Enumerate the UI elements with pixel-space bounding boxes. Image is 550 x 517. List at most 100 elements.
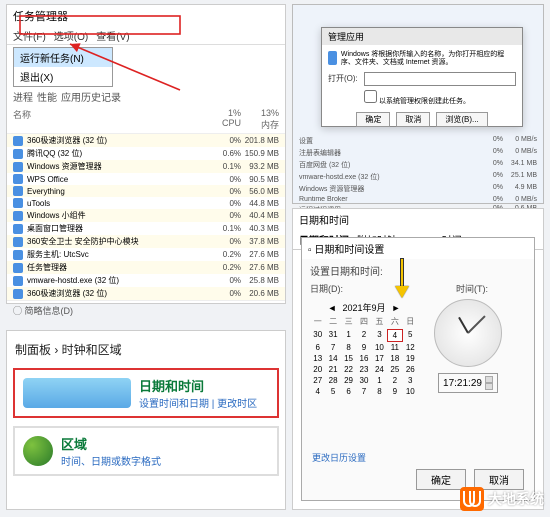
calendar-day[interactable]: 10: [372, 342, 387, 353]
calendar-day[interactable]: 22: [341, 364, 356, 375]
calendar-day[interactable]: 20: [310, 364, 325, 375]
admin-checkbox[interactable]: [364, 90, 377, 103]
calendar-day[interactable]: 30: [310, 329, 325, 342]
mem-value: 56.0 MB: [241, 187, 279, 196]
tab-1[interactable]: 性能: [37, 89, 57, 104]
table-row[interactable]: 百度网盘 (32 位)0%34.1 MB: [299, 159, 537, 171]
menu-view[interactable]: 查看(V): [96, 28, 129, 43]
calendar-day[interactable]: 1: [372, 375, 387, 386]
table-row[interactable]: 桌面窗口管理器0.1%40.3 MB: [7, 222, 285, 235]
watermark: 大地系统: [460, 487, 544, 511]
globe-icon: [23, 436, 53, 466]
table-row[interactable]: 360极速浏览器 (32 位)0%20.6 MB: [7, 287, 285, 300]
time-spinner[interactable]: [485, 376, 493, 390]
calendar-day[interactable]: 28: [325, 375, 340, 386]
table-row[interactable]: Windows 资源管理器0%4.9 MB: [299, 183, 537, 195]
calendar-day[interactable]: 18: [387, 353, 402, 364]
calendar-day[interactable]: 6: [341, 386, 356, 397]
region-card[interactable]: 区域 时间、日期或数字格式: [13, 426, 279, 476]
calendar-day[interactable]: 14: [325, 353, 340, 364]
tm-footer[interactable]: ◯ 简略信息(D): [7, 300, 285, 320]
app-icon: [13, 289, 23, 299]
calendar-day[interactable]: 25: [387, 364, 402, 375]
calendar-day[interactable]: 11: [387, 342, 402, 353]
calendar-day[interactable]: 10: [403, 386, 418, 397]
table-row[interactable]: Everything0%56.0 MB: [7, 185, 285, 197]
calendar-day[interactable]: 6: [310, 342, 325, 353]
table-row[interactable]: uTools0%44.8 MB: [7, 197, 285, 209]
table-row[interactable]: 设置0%0 MB/s: [299, 135, 537, 147]
table-row[interactable]: vmware-hostd.exe (32 位)0%25.8 MB: [7, 274, 285, 287]
calendar-day[interactable]: 23: [356, 364, 371, 375]
calendar[interactable]: ◄ 2021年9月 ► 一二三四五六日 30311234567891011121…: [310, 299, 418, 397]
calendar-day[interactable]: 9: [356, 342, 371, 353]
calendar-day[interactable]: 21: [325, 364, 340, 375]
tab-2[interactable]: 应用历史记录: [61, 89, 121, 104]
calendar-day[interactable]: 15: [341, 353, 356, 364]
process-name: Everything: [27, 187, 203, 196]
calendar-day[interactable]: 27: [310, 375, 325, 386]
calendar-day[interactable]: 4: [310, 386, 325, 397]
table-row[interactable]: Windows 小组件0%40.4 MB: [7, 209, 285, 222]
calendar-day[interactable]: 8: [372, 386, 387, 397]
calendar-day[interactable]: 31: [325, 329, 340, 342]
table-row[interactable]: 腾讯QQ (32 位)0.6%150.9 MB: [7, 147, 285, 160]
calendar-day[interactable]: 2: [387, 375, 402, 386]
calendar-day[interactable]: 3: [372, 329, 387, 342]
run-browse-button[interactable]: 浏览(B)...: [436, 112, 487, 127]
calendar-day[interactable]: 12: [403, 342, 418, 353]
table-row[interactable]: 注册表编辑器0%0 MB/s: [299, 147, 537, 159]
calendar-day[interactable]: 1: [341, 329, 356, 342]
region-sub[interactable]: 时间、日期或数字格式: [61, 453, 161, 468]
calendar-day[interactable]: 9: [387, 386, 402, 397]
breadcrumb[interactable]: 制面板 › 时钟和区域: [13, 337, 279, 368]
calendar-day[interactable]: 7: [325, 342, 340, 353]
datetime-ok-button[interactable]: 确定: [416, 469, 466, 490]
tab-0[interactable]: 进程: [13, 89, 33, 104]
prev-month-button[interactable]: ◄: [328, 303, 337, 313]
next-month-button[interactable]: ►: [392, 303, 401, 313]
run-cancel-button[interactable]: 取消: [396, 112, 430, 127]
calendar-day[interactable]: 16: [356, 353, 371, 364]
mem-value: 25.8 MB: [241, 276, 279, 285]
table-row[interactable]: 360极速浏览器 (32 位)0%201.8 MB: [7, 134, 285, 147]
time-col-label: 时间(T):: [418, 282, 526, 295]
calendar-day[interactable]: 4: [387, 329, 402, 342]
change-calendar-link[interactable]: 更改日历设置: [312, 451, 366, 464]
table-row[interactable]: 服务主机: UtcSvc0.2%27.6 MB: [7, 248, 285, 261]
time-input[interactable]: 17:21:29: [438, 373, 498, 393]
calendar-day[interactable]: 19: [403, 353, 418, 364]
run-ok-button[interactable]: 确定: [356, 112, 390, 127]
calendar-day[interactable]: 2: [356, 329, 371, 342]
table-row[interactable]: vmware-hostd.exe (32 位)0%25.1 MB: [299, 171, 537, 183]
calendar-day[interactable]: 26: [403, 364, 418, 375]
datetime-dialog: ▫ 日期和时间设置 设置日期和时间: 日期(D): 时间(T): ◄ 2021年…: [301, 237, 535, 501]
table-row[interactable]: Runtime Broker0%0 MB/s: [299, 195, 537, 204]
menu-exit[interactable]: 退出(X): [14, 67, 112, 86]
table-row[interactable]: 360安全卫士 安全防护中心模块0%37.8 MB: [7, 235, 285, 248]
menu-options[interactable]: 选项(O): [54, 28, 88, 43]
table-row[interactable]: WPS Office0%90.5 MB: [7, 173, 285, 185]
calendar-day[interactable]: 3: [403, 375, 418, 386]
watermark-text: 大地系统: [488, 489, 544, 509]
app-icon: [13, 174, 23, 184]
calendar-day[interactable]: 5: [325, 386, 340, 397]
menu-new-task[interactable]: 运行新任务(N): [14, 48, 112, 67]
dow-label: 六: [387, 316, 402, 327]
calendar-day[interactable]: 8: [341, 342, 356, 353]
calendar-day[interactable]: 5: [403, 329, 418, 342]
calendar-day[interactable]: 29: [341, 375, 356, 386]
date-time-card[interactable]: 日期和时间 设置时间和日期 | 更改时区: [13, 368, 279, 418]
calendar-day[interactable]: 7: [356, 386, 371, 397]
calendar-day[interactable]: 24: [372, 364, 387, 375]
dow-label: 二: [325, 316, 340, 327]
date-time-title: 日期和时间: [139, 376, 257, 395]
table-row[interactable]: 任务管理器0.2%27.6 MB: [7, 261, 285, 274]
calendar-day[interactable]: 13: [310, 353, 325, 364]
table-row[interactable]: Windows 资源管理器0.1%93.2 MB: [7, 160, 285, 173]
date-time-sub[interactable]: 设置时间和日期 | 更改时区: [139, 395, 257, 410]
menu-file[interactable]: 文件(F): [13, 28, 46, 43]
calendar-day[interactable]: 17: [372, 353, 387, 364]
calendar-day[interactable]: 30: [356, 375, 371, 386]
open-input[interactable]: [364, 72, 516, 86]
